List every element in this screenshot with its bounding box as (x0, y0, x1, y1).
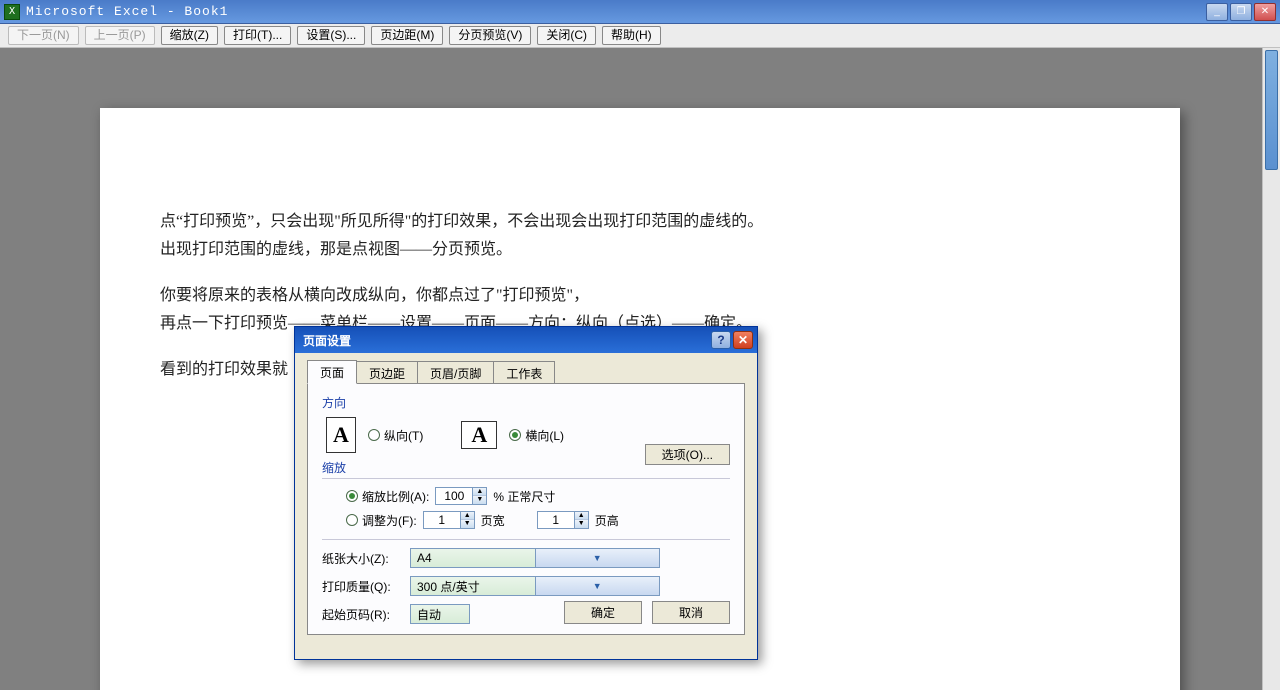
fit-to-label: 调整为(F): (362, 512, 417, 529)
close-button[interactable]: ✕ (1254, 3, 1276, 21)
page-text: 你要将原来的表格从横向改成纵向，你都点过了"打印预览"， (160, 282, 1120, 310)
dialog-titlebar[interactable]: 页面设置 ? ✕ (295, 327, 757, 353)
page-break-preview-button[interactable]: 分页预览(V) (449, 26, 531, 45)
prev-page-button[interactable]: 上一页(P) (85, 26, 155, 45)
print-quality-combo[interactable]: 300 点/英寸 ▼ (410, 576, 660, 596)
page-setup-dialog: 页面设置 ? ✕ 页面 页边距 页眉/页脚 工作表 方向 A 纵向(T) A (294, 326, 758, 660)
fit-tall-input[interactable] (538, 512, 574, 528)
maximize-button[interactable]: ❐ (1230, 3, 1252, 21)
options-button[interactable]: 选项(O)... (645, 444, 730, 465)
paper-size-combo[interactable]: A4 ▼ (410, 548, 660, 568)
page-text: 出现打印范围的虚线，那是点视图——分页预览。 (160, 236, 1120, 264)
landscape-icon: A (461, 421, 497, 449)
tab-page[interactable]: 页面 (307, 360, 357, 384)
page-text: 点“打印预览”，只会出现"所见所得"的打印效果，不会出现会出现打印范围的虚线的。 (160, 208, 1120, 236)
tab-panel-page: 方向 A 纵向(T) A 横向(L) 选项(O)... 缩放 (307, 383, 745, 635)
dialog-help-button[interactable]: ? (711, 331, 731, 349)
fit-to-radio[interactable]: 调整为(F): (346, 512, 417, 529)
tab-margins[interactable]: 页边距 (356, 361, 418, 384)
tab-header-footer[interactable]: 页眉/页脚 (417, 361, 494, 384)
fit-tall-spinner[interactable]: ▲▼ (537, 511, 589, 529)
adjust-to-label: 缩放比例(A): (362, 488, 429, 505)
dialog-title: 页面设置 (303, 332, 351, 349)
margins-button[interactable]: 页边距(M) (371, 26, 443, 45)
orientation-group-label: 方向 (322, 394, 730, 411)
print-button[interactable]: 打印(T)... (224, 26, 291, 45)
paper-size-label: 纸张大小(Z): (322, 550, 402, 567)
portrait-radio[interactable]: 纵向(T) (368, 427, 423, 444)
portrait-icon: A (326, 417, 356, 453)
vertical-scrollbar[interactable] (1262, 48, 1280, 690)
chevron-down-icon: ▼ (535, 549, 660, 567)
first-page-value: 自动 (417, 606, 441, 623)
next-page-button[interactable]: 下一页(N) (8, 26, 79, 45)
chevron-down-icon: ▼ (535, 577, 660, 595)
window-title: Microsoft Excel - Book1 (26, 4, 228, 19)
scrollbar-thumb[interactable] (1265, 50, 1278, 170)
dialog-close-button[interactable]: ✕ (733, 331, 753, 349)
minimize-button[interactable]: _ (1206, 3, 1228, 21)
landscape-label: 横向(L) (525, 427, 564, 444)
zoom-button[interactable]: 缩放(Z) (161, 26, 218, 45)
paper-size-value: A4 (411, 551, 535, 565)
fit-tall-label: 页高 (595, 512, 619, 529)
adjust-to-input[interactable] (436, 488, 472, 504)
portrait-label: 纵向(T) (384, 427, 423, 444)
fit-wide-spinner[interactable]: ▲▼ (423, 511, 475, 529)
adjust-to-radio[interactable]: 缩放比例(A): (346, 488, 429, 505)
first-page-input[interactable]: 自动 (410, 604, 470, 624)
first-page-label: 起始页码(R): (322, 606, 402, 623)
excel-icon: X (4, 4, 20, 20)
adjust-to-suffix: % 正常尺寸 (493, 488, 555, 505)
cancel-button[interactable]: 取消 (652, 601, 730, 624)
adjust-to-spinner[interactable]: ▲▼ (435, 487, 487, 505)
setup-button[interactable]: 设置(S)... (297, 26, 365, 45)
ok-button[interactable]: 确定 (564, 601, 642, 624)
dialog-tabstrip: 页面 页边距 页眉/页脚 工作表 (307, 361, 745, 383)
landscape-radio[interactable]: 横向(L) (509, 427, 564, 444)
close-preview-button[interactable]: 关闭(C) (537, 26, 596, 45)
app-titlebar: X Microsoft Excel - Book1 _ ❐ ✕ (0, 0, 1280, 24)
fit-wide-label: 页宽 (481, 512, 505, 529)
print-quality-label: 打印质量(Q): (322, 578, 402, 595)
print-quality-value: 300 点/英寸 (411, 578, 535, 595)
tab-sheet[interactable]: 工作表 (493, 361, 555, 384)
fit-wide-input[interactable] (424, 512, 460, 528)
print-preview-toolbar: 下一页(N) 上一页(P) 缩放(Z) 打印(T)... 设置(S)... 页边… (0, 24, 1280, 48)
help-button[interactable]: 帮助(H) (602, 26, 661, 45)
